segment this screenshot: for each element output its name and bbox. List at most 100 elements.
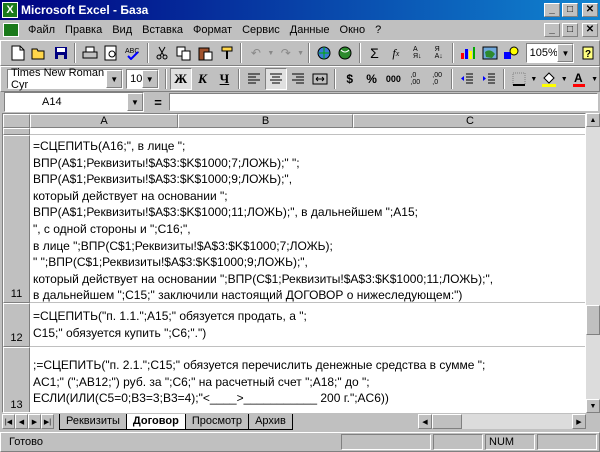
help-icon[interactable]: ?: [577, 42, 598, 64]
merge-center-icon[interactable]: [309, 68, 331, 90]
hyperlink-icon[interactable]: [313, 42, 334, 64]
column-header-c[interactable]: C: [353, 114, 585, 128]
underline-button[interactable]: Ч: [214, 68, 236, 90]
sort-asc-icon[interactable]: А Я↓: [407, 42, 428, 64]
italic-button[interactable]: К: [192, 68, 214, 90]
horizontal-scrollbar[interactable]: ◀ ▶: [418, 414, 586, 429]
worksheet-grid[interactable]: A B C 11 =СЦЕПИТЬ(A16;", в лице "; ВПР(A…: [2, 113, 586, 413]
currency-button[interactable]: $: [339, 68, 361, 90]
increase-decimal-icon[interactable]: ,0,00: [404, 68, 426, 90]
web-toolbar-icon[interactable]: [334, 42, 355, 64]
open-icon[interactable]: [28, 42, 49, 64]
align-right-icon[interactable]: [287, 68, 309, 90]
minimize-button[interactable]: _: [544, 3, 560, 17]
last-sheet-icon[interactable]: ▶|: [41, 414, 54, 429]
borders-dropdown-icon[interactable]: ▼: [530, 68, 539, 90]
prev-sheet-icon[interactable]: ◀: [15, 414, 28, 429]
chevron-down-icon[interactable]: ▼: [141, 70, 158, 88]
print-preview-icon[interactable]: [101, 42, 122, 64]
doc-close-button[interactable]: ✕: [582, 23, 598, 37]
doc-minimize-button[interactable]: _: [544, 23, 560, 37]
scroll-left-icon[interactable]: ◀: [418, 414, 432, 429]
menu-edit[interactable]: Правка: [60, 24, 107, 36]
chevron-down-icon[interactable]: ▼: [557, 44, 574, 62]
tab-prosmotr[interactable]: Просмотр: [184, 413, 250, 430]
align-center-icon[interactable]: [265, 68, 288, 90]
zoom-combo[interactable]: 105% ▼: [525, 43, 575, 63]
horizontal-scroll-thumb[interactable]: [432, 414, 462, 429]
edit-formula-button[interactable]: =: [147, 95, 169, 110]
font-color-dropdown-icon[interactable]: ▼: [590, 68, 599, 90]
cut-icon[interactable]: [152, 42, 173, 64]
bold-button[interactable]: Ж: [169, 68, 192, 90]
scroll-down-icon[interactable]: ▼: [586, 399, 600, 413]
chart-wizard-icon[interactable]: [457, 42, 478, 64]
menu-help[interactable]: ?: [370, 24, 386, 36]
cell-a12[interactable]: =СЦЕПИТЬ("п. 1.1.";A15;" обязуется прода…: [33, 308, 585, 341]
maximize-button[interactable]: □: [562, 3, 578, 17]
menu-file[interactable]: Файл: [23, 24, 60, 36]
column-header-a[interactable]: A: [30, 114, 178, 128]
scroll-right-icon[interactable]: ▶: [572, 414, 586, 429]
undo-icon[interactable]: ↶: [245, 42, 266, 64]
map-icon[interactable]: [479, 42, 500, 64]
row-header-13[interactable]: 13: [3, 347, 30, 412]
select-all-corner[interactable]: [3, 114, 30, 128]
doc-restore-button[interactable]: □: [562, 23, 578, 37]
tab-dogovor[interactable]: Договор: [125, 413, 186, 430]
redo-dropdown-icon[interactable]: ▼: [296, 42, 304, 64]
name-box[interactable]: A14 ▼: [4, 92, 144, 112]
menu-insert[interactable]: Вставка: [137, 24, 188, 36]
fill-color-dropdown-icon[interactable]: ▼: [560, 68, 569, 90]
font-name-combo[interactable]: Times New Roman Cyr ▼: [7, 67, 124, 91]
increase-indent-icon[interactable]: [478, 68, 500, 90]
chevron-down-icon[interactable]: ▼: [127, 93, 143, 111]
decrease-indent-icon[interactable]: [456, 68, 478, 90]
cell-a11[interactable]: =СЦЕПИТЬ(A16;", в лице "; ВПР(A$1;Реквиз…: [33, 138, 585, 304]
menu-window[interactable]: Окно: [335, 24, 371, 36]
decrease-decimal-icon[interactable]: ,00,0: [426, 68, 448, 90]
drawing-icon[interactable]: [500, 42, 521, 64]
column-header-b[interactable]: B: [178, 114, 353, 128]
function-icon[interactable]: fx: [385, 42, 406, 64]
borders-icon[interactable]: [508, 68, 530, 90]
formula-input[interactable]: [169, 93, 598, 111]
print-icon[interactable]: [79, 42, 100, 64]
new-icon[interactable]: [7, 42, 28, 64]
close-button[interactable]: ✕: [582, 3, 598, 17]
menu-view[interactable]: Вид: [107, 24, 137, 36]
menu-data[interactable]: Данные: [285, 24, 335, 36]
excel-app-icon[interactable]: X: [2, 2, 18, 18]
workbook-icon[interactable]: [3, 23, 19, 37]
tab-arkhiv[interactable]: Архив: [248, 413, 293, 430]
fill-color-icon[interactable]: [538, 68, 560, 90]
chevron-down-icon[interactable]: ▼: [106, 70, 123, 88]
font-color-icon[interactable]: A: [569, 68, 591, 90]
save-icon[interactable]: [50, 42, 71, 64]
table-row: ;=СЦЕПИТЬ("п. 2.1.";C15;" обязуется пере…: [30, 347, 585, 412]
menu-tools[interactable]: Сервис: [237, 24, 285, 36]
vertical-scroll-thumb[interactable]: [586, 305, 600, 335]
undo-dropdown-icon[interactable]: ▼: [267, 42, 275, 64]
menu-format[interactable]: Формат: [188, 24, 237, 36]
tab-rekvizity[interactable]: Реквизиты: [59, 413, 127, 430]
copy-icon[interactable]: [173, 42, 194, 64]
cell-a13[interactable]: ;=СЦЕПИТЬ("п. 2.1.";C15;" обязуется пере…: [33, 357, 585, 407]
row-header-11[interactable]: 11: [3, 135, 30, 303]
sort-desc-icon[interactable]: Я А↓: [428, 42, 449, 64]
scroll-up-icon[interactable]: ▲: [586, 113, 600, 127]
format-painter-icon[interactable]: [216, 42, 237, 64]
row-header-partial[interactable]: [3, 128, 30, 135]
first-sheet-icon[interactable]: |◀: [2, 414, 15, 429]
next-sheet-icon[interactable]: ▶: [28, 414, 41, 429]
autosum-icon[interactable]: Σ: [364, 42, 385, 64]
font-size-combo[interactable]: 10 ▼: [126, 69, 159, 89]
row-header-12[interactable]: 12: [3, 303, 30, 347]
thousands-button[interactable]: 000: [383, 68, 405, 90]
vertical-scrollbar[interactable]: ▲ ▼: [586, 113, 600, 413]
align-left-icon[interactable]: [243, 68, 265, 90]
redo-icon[interactable]: ↷: [275, 42, 296, 64]
percent-button[interactable]: %: [361, 68, 383, 90]
spelling-icon[interactable]: ABC: [122, 42, 143, 64]
paste-icon[interactable]: [194, 42, 215, 64]
